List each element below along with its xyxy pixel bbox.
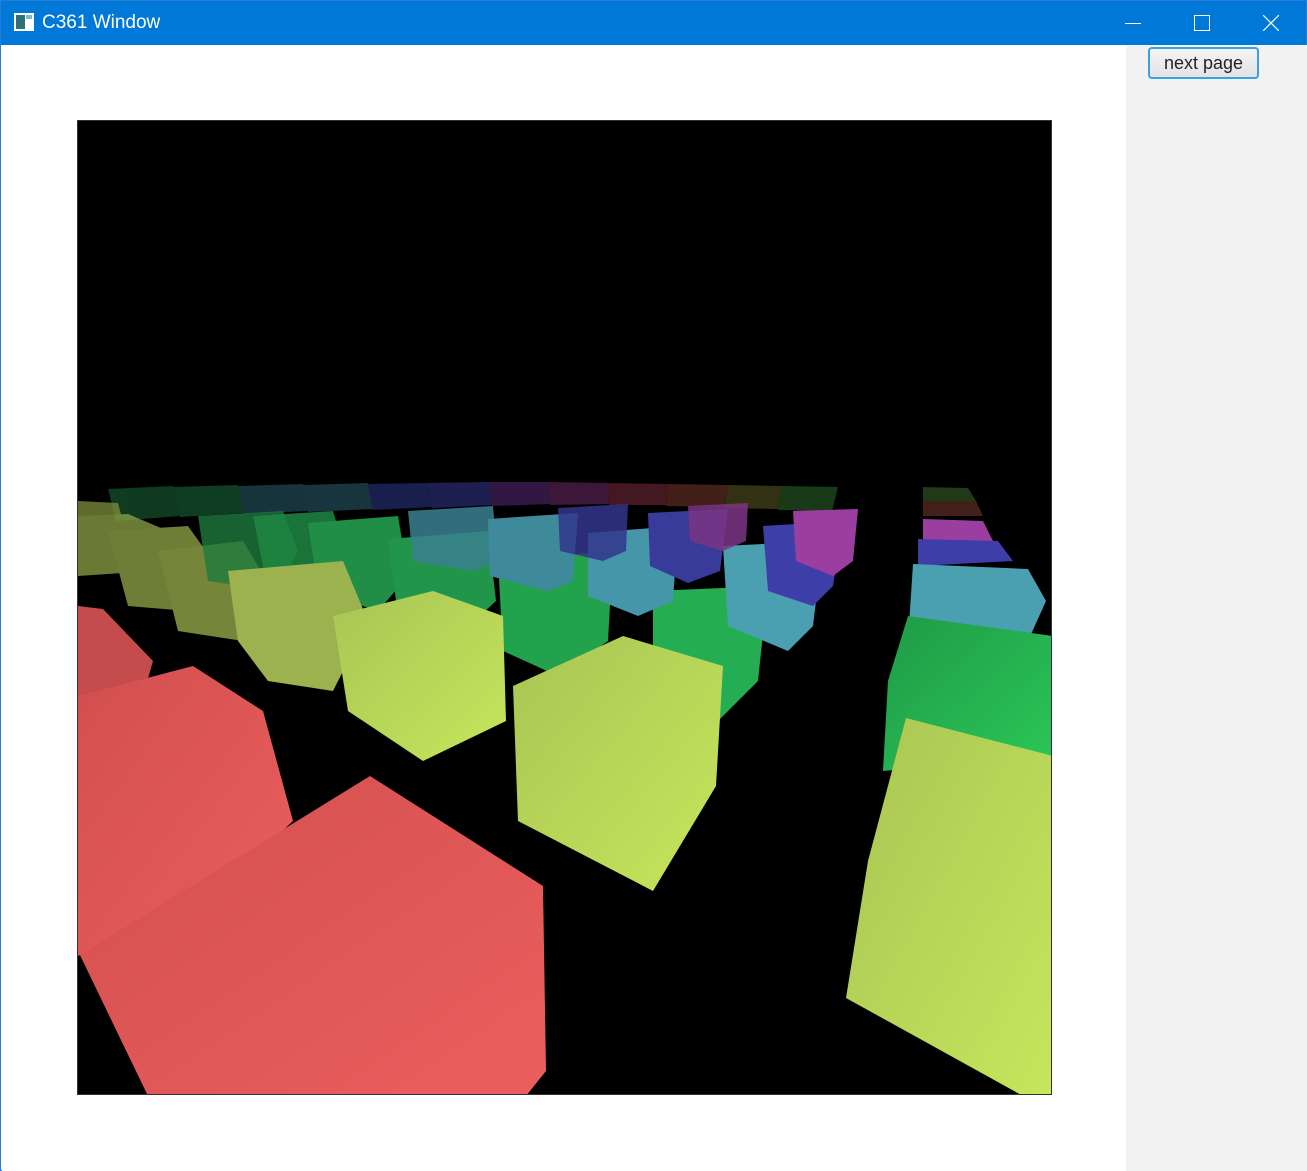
next-page-button[interactable]: next page xyxy=(1148,47,1259,79)
close-icon xyxy=(1263,15,1279,31)
cube-scene xyxy=(78,482,1051,1094)
app-window: C361 Window next page xyxy=(0,0,1307,1171)
render-canvas-area xyxy=(2,45,1126,1171)
side-panel: next page xyxy=(1126,45,1307,1171)
maximize-button[interactable] xyxy=(1179,1,1225,45)
close-button[interactable] xyxy=(1248,1,1294,45)
3d-viewport[interactable] xyxy=(77,120,1052,1095)
app-window-icon xyxy=(14,13,34,31)
maximize-icon xyxy=(1194,15,1210,31)
minimize-button[interactable] xyxy=(1110,1,1156,45)
title-bar[interactable]: C361 Window xyxy=(1,1,1306,45)
minimize-icon xyxy=(1125,23,1141,24)
window-title: C361 Window xyxy=(42,12,161,33)
right-cube-column xyxy=(846,519,1051,1094)
